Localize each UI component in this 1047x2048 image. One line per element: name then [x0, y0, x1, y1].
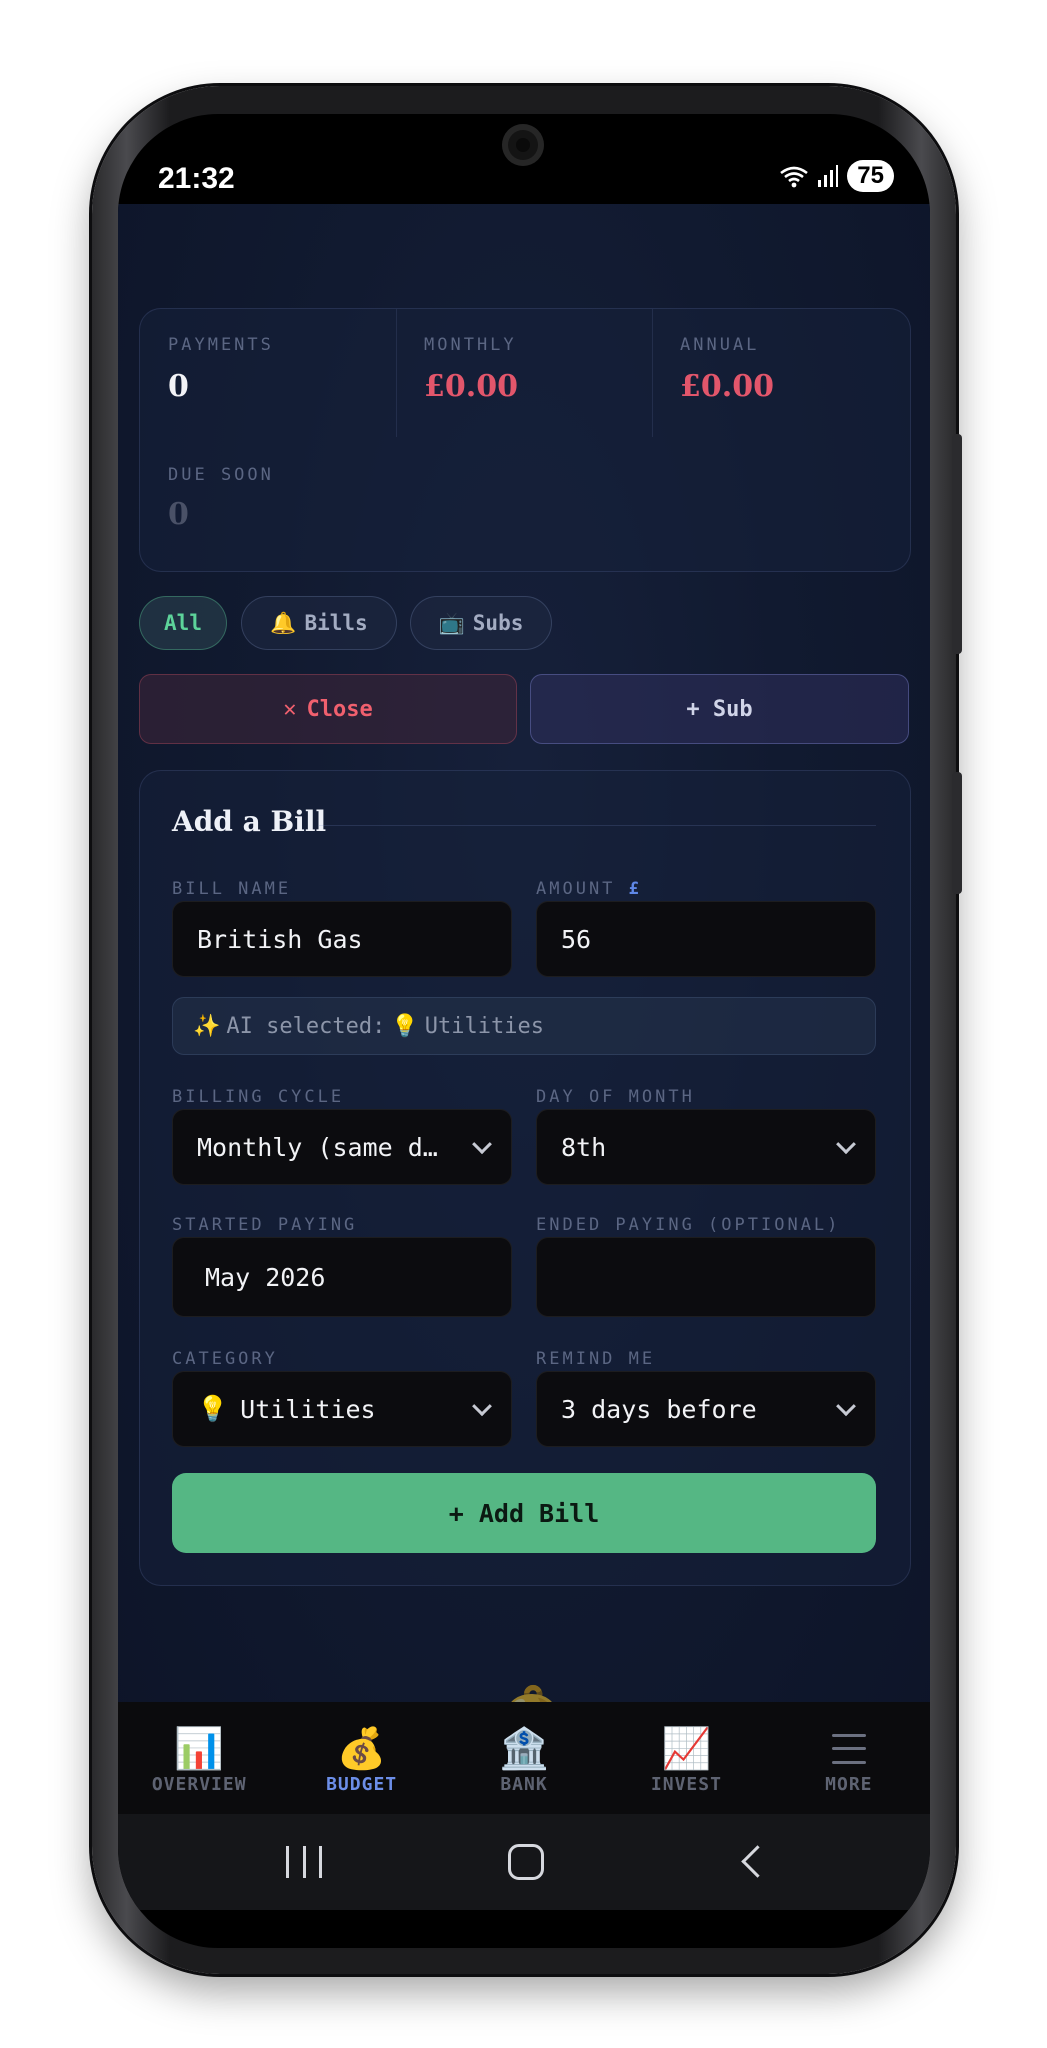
- tv-icon: 📺: [438, 610, 465, 635]
- chevron-down-icon: [836, 1134, 856, 1155]
- trending-chart-icon: 📈: [661, 1725, 712, 1772]
- chevron-down-icon: [472, 1396, 492, 1417]
- category-value: Utilities: [240, 1394, 376, 1424]
- close-button[interactable]: ✕ Close: [139, 674, 517, 744]
- bank-icon: 🏦: [499, 1725, 549, 1772]
- remind-me-label: REMIND ME: [536, 1349, 656, 1369]
- day-of-month-select[interactable]: 8th: [536, 1109, 876, 1185]
- battery-indicator: 75: [847, 160, 894, 192]
- add-sub-button[interactable]: + Sub: [530, 674, 909, 744]
- signal-icon: [818, 165, 839, 187]
- nav-budget[interactable]: 💰 BUDGET: [280, 1702, 442, 1814]
- front-camera: [502, 124, 544, 166]
- ai-category-hint: ✨ AI selected: 💡 Utilities: [172, 997, 876, 1055]
- billing-cycle-value: Monthly (same d…: [197, 1132, 438, 1162]
- chevron-down-icon: [836, 1396, 856, 1417]
- started-paying-value: May 2026: [205, 1262, 326, 1292]
- annual-label: ANNUAL: [680, 335, 760, 355]
- bill-name-value: British Gas: [197, 924, 363, 954]
- category-select[interactable]: 💡 Utilities: [172, 1371, 512, 1447]
- remind-me-value: 3 days before: [561, 1394, 757, 1424]
- nav-bank-label: BANK: [500, 1773, 548, 1795]
- payments-label: PAYMENTS: [168, 335, 274, 355]
- category-label: CATEGORY: [172, 1349, 278, 1369]
- nav-more-label: MORE: [825, 1773, 873, 1795]
- nav-budget-label: BUDGET: [326, 1773, 398, 1795]
- ended-paying-input[interactable]: [536, 1237, 876, 1317]
- nav-overview[interactable]: 📊 OVERVIEW: [118, 1702, 280, 1814]
- bell-icon: 🔔: [270, 610, 297, 635]
- add-bill-button[interactable]: + Add Bill: [172, 1473, 876, 1553]
- bottom-nav: 📊 OVERVIEW 💰 BUDGET 🏦 BANK 📈 INVEST MORE: [118, 1702, 930, 1814]
- annual-value: £0.00: [680, 369, 774, 404]
- filter-bills[interactable]: 🔔 Bills: [241, 596, 397, 650]
- billing-cycle-label: BILLING CYCLE: [172, 1087, 345, 1107]
- status-icons: 75: [779, 160, 894, 192]
- sparkles-icon: ✨: [193, 1013, 221, 1039]
- filter-subs[interactable]: 📺 Subs: [410, 596, 552, 650]
- system-nav-bar: [118, 1814, 930, 1910]
- due-soon-label: DUE SOON: [168, 465, 274, 485]
- currency-symbol: £: [628, 879, 642, 899]
- app-background: PAYMENTS 0 MONTHLY £0.00 ANNUAL £0.00 DU…: [118, 204, 930, 1814]
- day-of-month-value: 8th: [561, 1132, 607, 1162]
- amount-label: AMOUNT £: [536, 879, 642, 899]
- bar-chart-icon: 📊: [174, 1725, 225, 1772]
- summary-card: PAYMENTS 0 MONTHLY £0.00 ANNUAL £0.00 DU…: [139, 308, 911, 572]
- back-icon[interactable]: [741, 1845, 774, 1878]
- chevron-down-icon: [472, 1134, 492, 1155]
- divider: [396, 309, 397, 437]
- bill-name-label: BILL NAME: [172, 879, 292, 899]
- status-bar: 21:32 75: [118, 114, 930, 204]
- amount-input[interactable]: 56: [536, 901, 876, 977]
- nav-invest-label: INVEST: [650, 1773, 722, 1795]
- remind-me-select[interactable]: 3 days before: [536, 1371, 876, 1447]
- add-sub-button-label: + Sub: [686, 696, 753, 722]
- started-paying-input[interactable]: May 2026: [172, 1237, 512, 1317]
- ai-text: AI selected:: [226, 1013, 386, 1039]
- close-button-label: Close: [306, 696, 373, 722]
- nav-overview-label: OVERVIEW: [151, 1773, 247, 1795]
- filter-bills-label: Bills: [304, 611, 368, 635]
- wifi-icon: [780, 166, 809, 188]
- payments-value: 0: [168, 369, 189, 404]
- form-title: Add a Bill: [172, 805, 327, 838]
- amount-label-text: AMOUNT: [536, 879, 616, 899]
- ended-paying-label: ENDED PAYING (OPTIONAL): [536, 1215, 841, 1235]
- lightbulb-icon: 💡: [391, 1013, 419, 1039]
- divider: [652, 309, 653, 437]
- home-icon[interactable]: [508, 1844, 544, 1880]
- add-bill-form: Add a Bill BILL NAME AMOUNT £ British Ga…: [139, 770, 911, 1586]
- filter-all-label: All: [164, 611, 202, 635]
- nav-bank[interactable]: 🏦 BANK: [443, 1702, 605, 1814]
- bill-name-input[interactable]: British Gas: [172, 901, 512, 977]
- recent-apps-icon[interactable]: [286, 1846, 322, 1878]
- close-icon: ✕: [283, 696, 297, 722]
- title-rule: [318, 825, 876, 826]
- day-of-month-label: DAY OF MONTH: [536, 1087, 695, 1107]
- monthly-label: MONTHLY: [424, 335, 517, 355]
- due-soon-value: 0: [168, 497, 189, 532]
- started-paying-label: STARTED PAYING: [172, 1215, 358, 1235]
- amount-value: 56: [561, 924, 592, 954]
- filter-all[interactable]: All: [139, 596, 227, 650]
- billing-cycle-select[interactable]: Monthly (same d…: [172, 1109, 512, 1185]
- nav-invest[interactable]: 📈 INVEST: [605, 1702, 767, 1814]
- volume-button: [952, 434, 962, 654]
- status-time: 21:32: [158, 162, 235, 195]
- ai-category: Utilities: [424, 1013, 544, 1039]
- lightbulb-icon: 💡: [197, 1394, 229, 1423]
- money-bag-icon: 💰: [336, 1725, 387, 1772]
- menu-icon: [831, 1733, 866, 1764]
- screen: PAYMENTS 0 MONTHLY £0.00 ANNUAL £0.00 DU…: [118, 114, 930, 1948]
- nav-more[interactable]: MORE: [768, 1702, 930, 1814]
- filter-subs-label: Subs: [472, 611, 524, 635]
- power-button: [952, 772, 962, 894]
- monthly-value: £0.00: [424, 369, 518, 404]
